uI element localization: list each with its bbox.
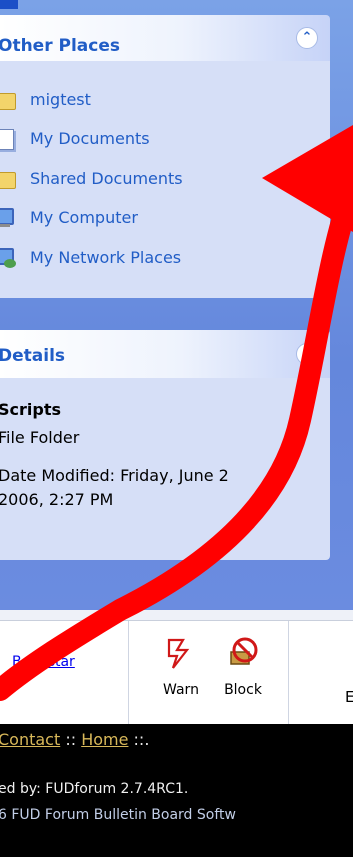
- place-label: migtest: [30, 89, 91, 109]
- contact-link[interactable]: Contact: [0, 730, 60, 749]
- place-item-my-network-places[interactable]: My Network Places: [0, 245, 181, 269]
- block-label: Block: [224, 682, 262, 698]
- network-places-icon: [0, 246, 18, 268]
- powered-by-text: ed by: FUDforum 2.7.4RC1.: [0, 781, 189, 797]
- toolbar-separator: [128, 621, 129, 725]
- divider-bar: [0, 610, 353, 620]
- copyright-text: 6 FUD Forum Bulletin Board Softw: [0, 807, 236, 823]
- details-date-line2: 2006, 2:27 PM: [0, 490, 114, 509]
- warn-label: Warn: [163, 682, 199, 698]
- footer-separator: ::: [60, 730, 82, 749]
- footer-links: Contact :: Home ::.: [0, 730, 149, 749]
- window-corner-icon: [0, 0, 18, 9]
- place-label: My Computer: [30, 207, 138, 227]
- details-title: Details: [0, 346, 66, 366]
- place-item-shared-documents[interactable]: Shared Documents: [0, 166, 183, 190]
- documents-icon: [0, 127, 18, 150]
- home-link[interactable]: Home: [81, 730, 128, 749]
- be-a-star-link[interactable]: Be a star: [12, 654, 75, 670]
- other-places-header[interactable]: Other Places ⌃: [0, 15, 330, 61]
- collapse-chevron-icon[interactable]: ⌃: [296, 343, 318, 365]
- place-label: My Documents: [30, 128, 150, 148]
- warn-icon: [167, 638, 190, 669]
- place-item-my-documents[interactable]: My Documents: [0, 126, 150, 150]
- forum-footer: Contact :: Home ::. ed by: FUDforum 2.7.…: [0, 724, 353, 857]
- other-places-title: Other Places: [0, 36, 120, 56]
- footer-separator: ::.: [128, 730, 150, 749]
- place-label: Shared Documents: [30, 168, 183, 188]
- warn-button[interactable]: Warn: [155, 636, 207, 698]
- details-date-line1: Date Modified: Friday, June 2: [0, 466, 229, 485]
- place-label: My Network Places: [30, 247, 182, 267]
- task-pane: Other Places ⌃ migtest My Documents Shar…: [0, 0, 353, 610]
- folder-icon: [0, 88, 18, 110]
- place-item-migtest[interactable]: migtest: [0, 87, 91, 111]
- cut-off-button-label[interactable]: E: [345, 688, 353, 706]
- details-type: File Folder: [0, 428, 80, 447]
- place-item-my-computer[interactable]: My Computer: [0, 205, 138, 229]
- toolbar-separator: [288, 621, 289, 725]
- details-name: Scripts: [0, 400, 62, 419]
- collapse-chevron-icon[interactable]: ⌃: [296, 27, 318, 49]
- block-button[interactable]: Block: [215, 636, 271, 698]
- computer-icon: [0, 206, 18, 228]
- details-header[interactable]: Details ⌃: [0, 330, 330, 378]
- block-icon: [230, 637, 258, 665]
- folder-icon: [0, 167, 18, 189]
